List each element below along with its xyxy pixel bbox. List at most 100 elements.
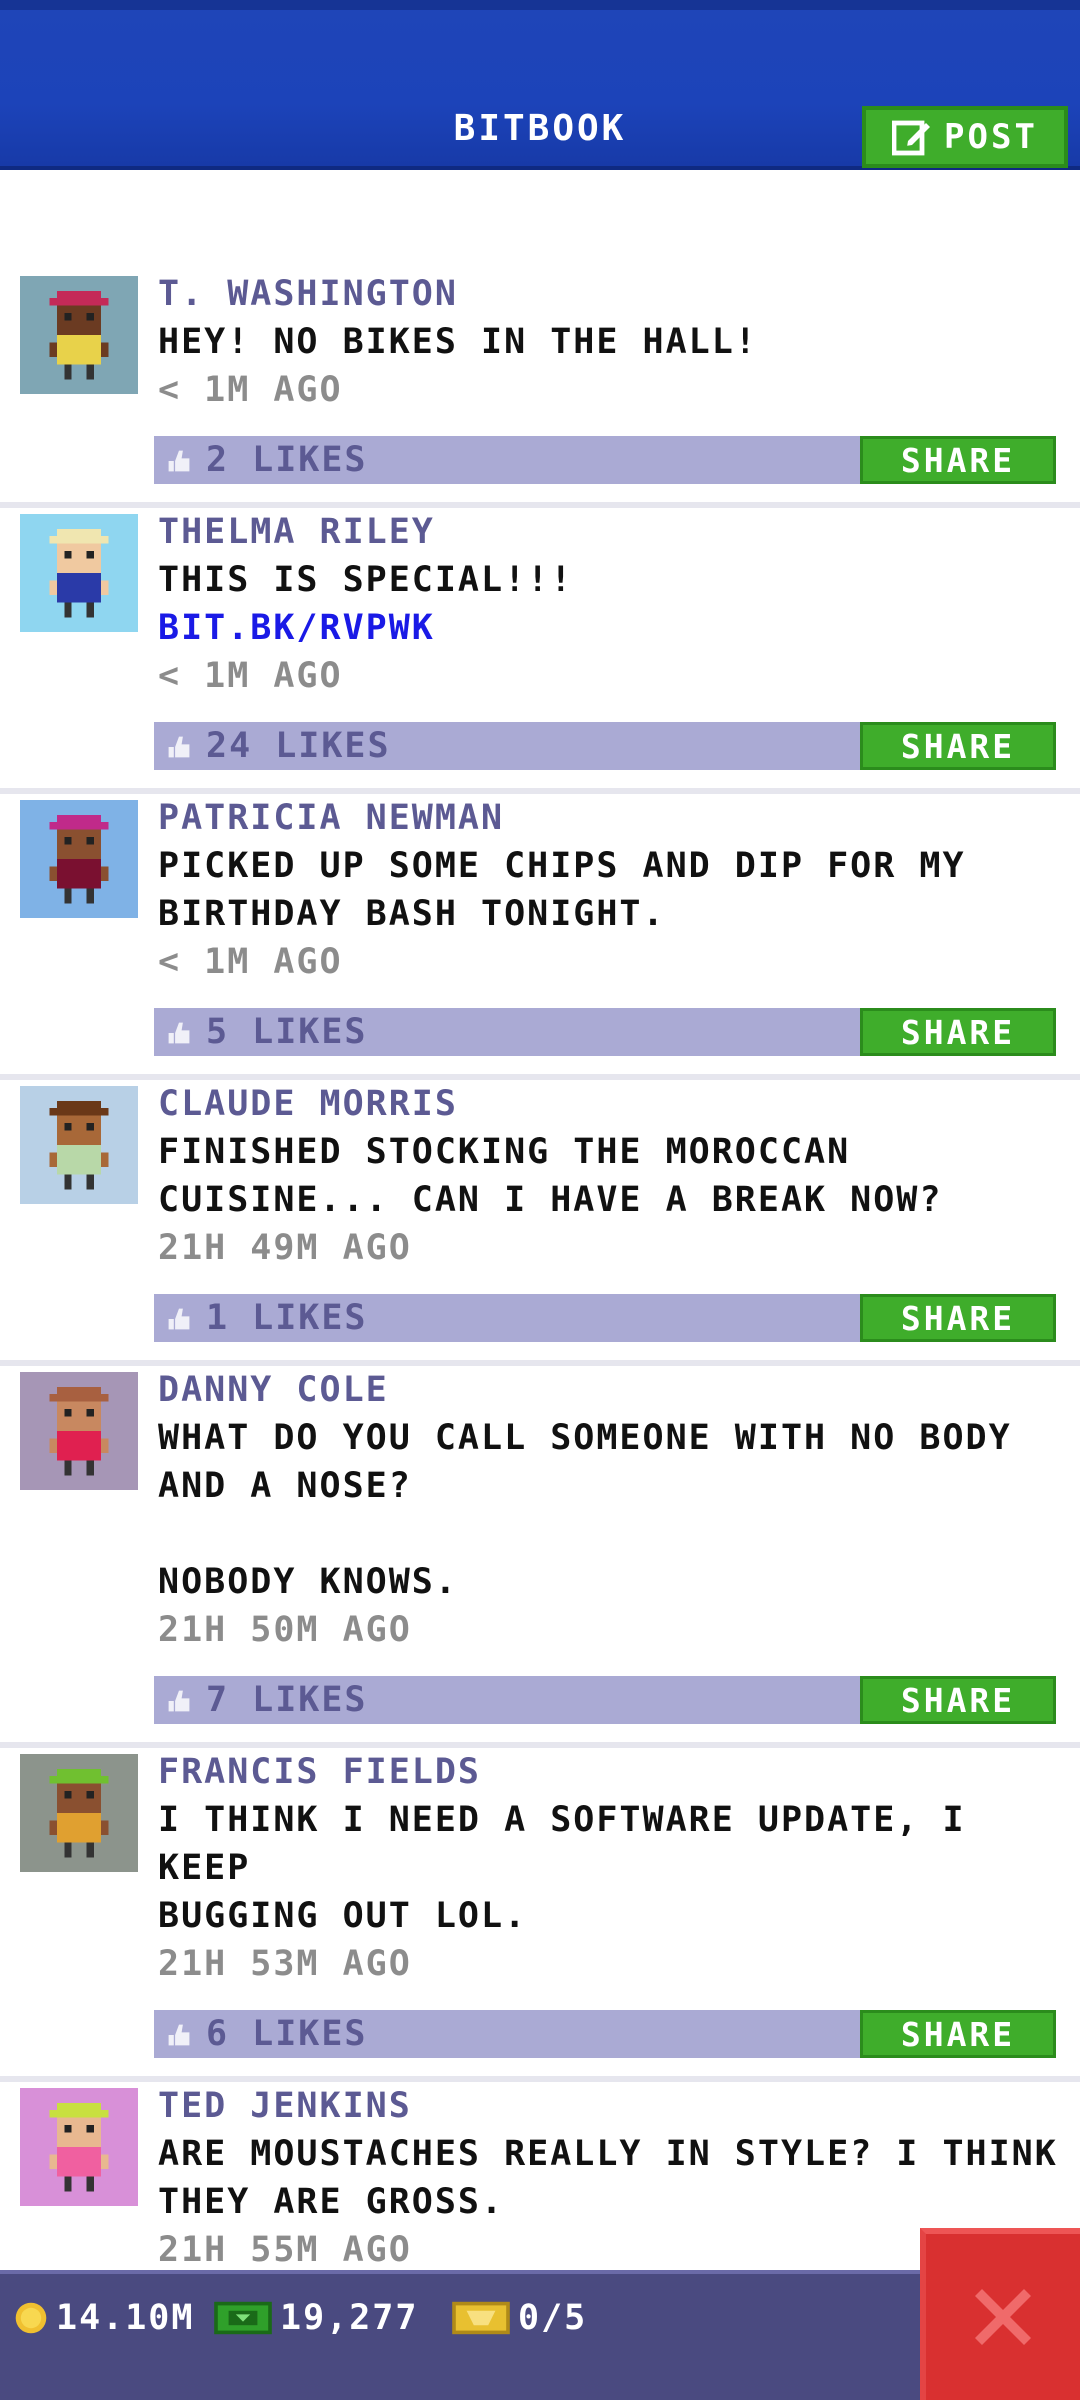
post-action-bar: 24 LIKES SHARE [154, 722, 1056, 770]
bux-value: 19,277 [280, 2298, 419, 2338]
bottom-status-bar: 14.10M 19,277 0/5 [0, 2270, 1080, 2400]
avatar-image [20, 1754, 138, 1872]
post-content: CLAUDE MORRIS FINISHED STOCKING THE MORO… [154, 1080, 1058, 1342]
post-content: DANNY COLE WHAT DO YOU CALL SOMEONE WITH… [154, 1366, 1058, 1724]
post-button[interactable]: POST [862, 106, 1068, 168]
close-button[interactable] [920, 2228, 1080, 2400]
post-author[interactable]: TED JENKINS [158, 2082, 1058, 2130]
likes-count: 24 LIKES [206, 726, 391, 766]
thumbs-up-icon [168, 1022, 190, 1044]
post-content: FRANCIS FIELDS I THINK I NEED A SOFTWARE… [154, 1748, 1058, 2058]
share-button[interactable]: SHARE [860, 2010, 1056, 2058]
thumbs-up-icon [168, 450, 190, 472]
post-link[interactable]: BIT.BK/RVPWK [158, 604, 1058, 652]
post-action-bar: 6 LIKES SHARE [154, 2010, 1056, 2058]
share-button[interactable]: SHARE [860, 1676, 1056, 1724]
feed-post: TED JENKINS ARE MOUSTACHES REALLY IN STY… [0, 2082, 1080, 2300]
post-text-line: WHAT DO YOU CALL SOMEONE WITH NO BODY [158, 1418, 1012, 1458]
coins-value: 14.10M [56, 2298, 195, 2338]
post-text-line [158, 1510, 1058, 1558]
like-button[interactable]: 1 LIKES [154, 1294, 860, 1342]
avatar [20, 2088, 138, 2206]
share-button[interactable]: SHARE [860, 1294, 1056, 1342]
feed-post: T. WASHINGTON HEY! NO BIKES IN THE HALL!… [0, 270, 1080, 508]
post-text-line: THEY ARE GROSS. [158, 2182, 505, 2222]
thumbs-up-icon [168, 1690, 190, 1712]
post-text-line: PICKED UP SOME CHIPS AND DIP FOR MY [158, 846, 966, 886]
share-button[interactable]: SHARE [860, 1008, 1056, 1056]
edit-icon [892, 120, 931, 156]
post-text-line: FINISHED STOCKING THE MOROCCAN [158, 1132, 851, 1172]
post-timestamp: < 1M AGO [158, 370, 343, 410]
post-timestamp: 21H 50M AGO [158, 1610, 412, 1650]
tickets-stat: 0/5 [452, 2298, 587, 2338]
post-button-label: POST [944, 117, 1038, 157]
avatar [20, 800, 138, 918]
post-timestamp: < 1M AGO [158, 656, 343, 696]
post-action-bar: 7 LIKES SHARE [154, 1676, 1056, 1724]
post-author[interactable]: DANNY COLE [158, 1366, 1058, 1414]
feed-post: DANNY COLE WHAT DO YOU CALL SOMEONE WITH… [0, 1366, 1080, 1748]
likes-count: 5 LIKES [206, 1012, 368, 1052]
feed-post: THELMA RILEY THIS IS SPECIAL!!! BIT.BK/R… [0, 508, 1080, 794]
bux-icon [214, 2301, 272, 2335]
avatar-image [20, 1372, 138, 1490]
post-content: THELMA RILEY THIS IS SPECIAL!!! BIT.BK/R… [154, 508, 1058, 770]
feed-post: CLAUDE MORRIS FINISHED STOCKING THE MORO… [0, 1080, 1080, 1366]
post-author[interactable]: PATRICIA NEWMAN [158, 794, 1058, 842]
post-text-line: HEY! NO BIKES IN THE HALL! [158, 322, 758, 362]
ticket-icon [452, 2301, 510, 2335]
share-button[interactable]: SHARE [860, 722, 1056, 770]
avatar [20, 1086, 138, 1204]
post-text-line: BUGGING OUT LOL. [158, 1896, 528, 1936]
avatar [20, 1754, 138, 1872]
app-header: BITBOOK POST [0, 0, 1080, 170]
coin-icon [15, 2302, 47, 2334]
avatar-image [20, 276, 138, 394]
like-button[interactable]: 24 LIKES [154, 722, 860, 770]
avatar [20, 276, 138, 394]
likes-count: 2 LIKES [206, 440, 368, 480]
tickets-value: 0/5 [518, 2298, 588, 2338]
avatar-image [20, 2088, 138, 2206]
post-action-bar: 1 LIKES SHARE [154, 1294, 1056, 1342]
post-action-bar: 2 LIKES SHARE [154, 436, 1056, 484]
post-text-line: I THINK I NEED A SOFTWARE UPDATE, I KEEP [158, 1800, 989, 1888]
likes-count: 1 LIKES [206, 1298, 368, 1338]
post-timestamp: < 1M AGO [158, 942, 343, 982]
like-button[interactable]: 2 LIKES [154, 436, 860, 484]
post-author[interactable]: CLAUDE MORRIS [158, 1080, 1058, 1128]
like-button[interactable]: 5 LIKES [154, 1008, 860, 1056]
feed-post: PATRICIA NEWMAN PICKED UP SOME CHIPS AND… [0, 794, 1080, 1080]
avatar-image [20, 514, 138, 632]
post-timestamp: 21H 53M AGO [158, 1944, 412, 1984]
thumbs-up-icon [168, 1308, 190, 1330]
post-text-line: CUISINE... CAN I HAVE A BREAK NOW? [158, 1180, 943, 1220]
like-button[interactable]: 7 LIKES [154, 1676, 860, 1724]
post-author[interactable]: THELMA RILEY [158, 508, 1058, 556]
post-timestamp: 21H 49M AGO [158, 1228, 412, 1268]
avatar [20, 1372, 138, 1490]
post-content: PATRICIA NEWMAN PICKED UP SOME CHIPS AND… [154, 794, 1058, 1056]
coins-stat: 14.10M [14, 2298, 194, 2338]
post-content: T. WASHINGTON HEY! NO BIKES IN THE HALL!… [154, 270, 1058, 484]
post-action-bar: 5 LIKES SHARE [154, 1008, 1056, 1056]
avatar [20, 514, 138, 632]
likes-count: 7 LIKES [206, 1680, 368, 1720]
post-author[interactable]: FRANCIS FIELDS [158, 1748, 1058, 1796]
post-text-line: BIRTHDAY BASH TONIGHT. [158, 894, 666, 934]
post-text-line: THIS IS SPECIAL!!! [158, 560, 574, 600]
thumbs-up-icon [168, 736, 190, 758]
post-text-line: NOBODY KNOWS. [158, 1562, 458, 1602]
post-author[interactable]: T. WASHINGTON [158, 270, 1058, 318]
thumbs-up-icon [168, 2024, 190, 2046]
feed-list: T. WASHINGTON HEY! NO BIKES IN THE HALL!… [0, 270, 1080, 2300]
likes-count: 6 LIKES [206, 2014, 368, 2054]
like-button[interactable]: 6 LIKES [154, 2010, 860, 2058]
post-text-line: AND A NOSE? [158, 1466, 412, 1506]
share-button[interactable]: SHARE [860, 436, 1056, 484]
feed-post: FRANCIS FIELDS I THINK I NEED A SOFTWARE… [0, 1748, 1080, 2082]
avatar-image [20, 800, 138, 918]
avatar-image [20, 1086, 138, 1204]
post-text-line: ARE MOUSTACHES REALLY IN STYLE? I THINK [158, 2134, 1058, 2174]
